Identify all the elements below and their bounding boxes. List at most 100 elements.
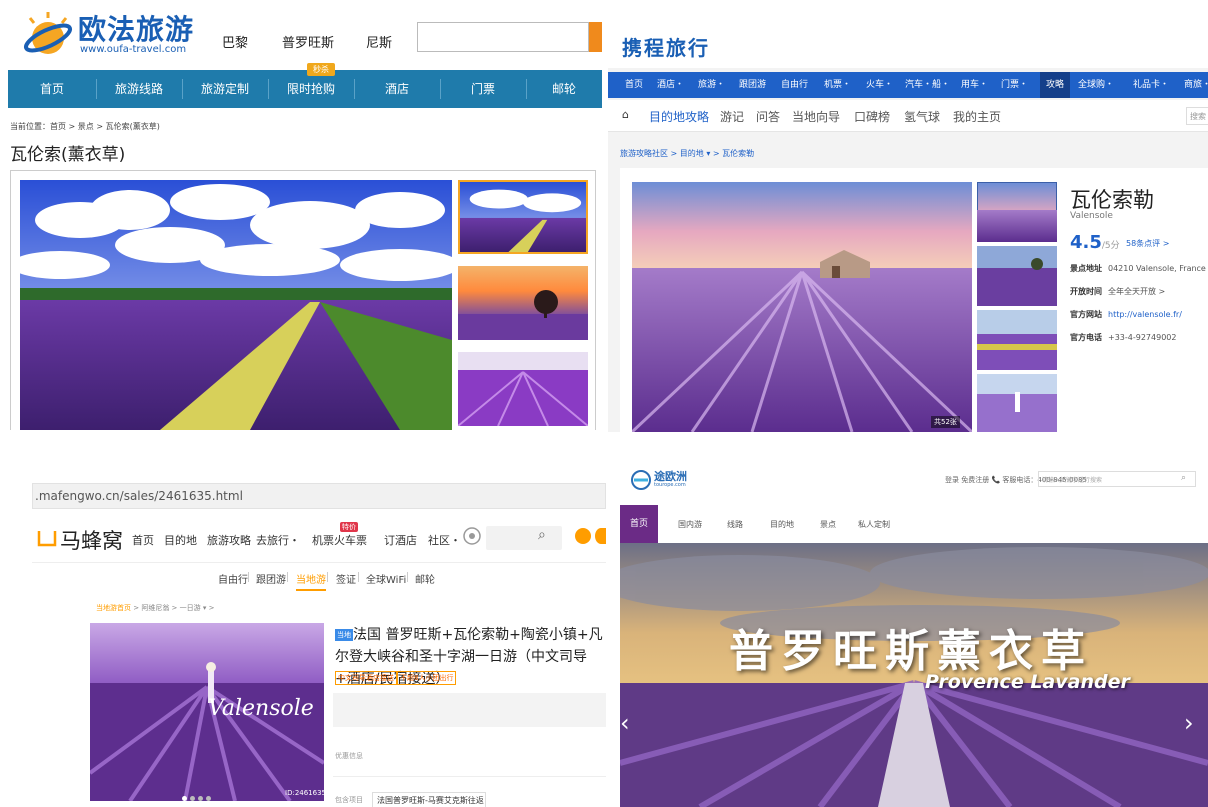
carousel-dot[interactable] — [198, 796, 203, 801]
product-photo[interactable]: Valensole — [90, 623, 324, 801]
subnav-group[interactable]: 跟团游 — [256, 571, 286, 586]
price-box — [333, 693, 606, 727]
nav-hotel[interactable]: 订酒店 — [384, 532, 417, 548]
breadcrumb: 当地游首页 > 阿维尼翁 > 一日游 ▾ > — [96, 603, 214, 613]
thumbnail-2[interactable] — [458, 266, 588, 340]
subnav-balloon[interactable]: 氢气球 — [904, 108, 940, 125]
nav-home[interactable]: 首页 — [132, 532, 154, 548]
lavender-barn-photo[interactable] — [632, 182, 972, 432]
reviews-link[interactable]: 58条点评 > — [1126, 238, 1169, 249]
top-link-nice[interactable]: 尼斯 — [366, 32, 392, 51]
nav-gift-card[interactable]: 礼品卡・ — [1133, 72, 1169, 98]
nav-cruise[interactable]: 邮轮 — [526, 70, 602, 108]
subnav-qa[interactable]: 问答 — [756, 108, 780, 125]
top-link-provence[interactable]: 普罗旺斯 — [282, 32, 334, 51]
nav-business[interactable]: 商旅・ — [1184, 72, 1208, 98]
package-select[interactable]: 法国普罗旺斯-马赛艾克斯往返 — [372, 792, 486, 807]
subnav-independent[interactable]: 自由行 — [218, 571, 248, 586]
nav-custom[interactable]: 旅游定制 — [182, 70, 268, 108]
nav-bus-ship[interactable]: 汽车・船・ — [905, 72, 950, 98]
subnav-my-page[interactable]: 我的主页 — [953, 108, 1001, 125]
nav-hotel[interactable]: 酒店・ — [657, 72, 684, 98]
breadcrumb[interactable]: 旅游攻略社区 > 目的地 ▾ > 瓦伦索勒 — [620, 148, 754, 159]
subnav-wifi[interactable]: 全球WiFi — [366, 571, 406, 586]
nav-guides[interactable]: 旅游攻略 — [207, 532, 251, 548]
rating-unit: /5分 — [1101, 241, 1120, 251]
nav-independent[interactable]: 自由行 — [781, 72, 808, 98]
carousel-dot[interactable] — [206, 796, 211, 801]
search-icon[interactable]: ⌕ — [1181, 473, 1186, 483]
search-icon[interactable]: ⌕ — [538, 527, 546, 543]
subnav-destination[interactable]: 目的地攻略 — [649, 108, 709, 125]
nav-routes[interactable]: 旅游线路 — [96, 70, 182, 108]
nav-home[interactable]: 首页 — [620, 505, 658, 543]
search-input[interactable] — [417, 22, 589, 52]
ctrip-screenshot: 携程旅行 首页 酒店・ 旅游・ 跟团游 自由行 机票・ 火车・ 汽车・船・ 用车… — [608, 0, 1208, 432]
nav-destination[interactable]: 目的地 — [770, 519, 794, 530]
nav-flights[interactable]: 机票・ — [824, 72, 851, 98]
website-link[interactable]: http://valensole.fr/ — [1108, 310, 1182, 319]
thumbnail-1[interactable] — [977, 182, 1057, 242]
chevron-left-icon[interactable]: ‹ — [620, 709, 630, 737]
seckill-badge: 秒杀 — [307, 63, 335, 76]
subnav-cruise[interactable]: 邮轮 — [415, 571, 435, 586]
nav-travel[interactable]: 旅游・ — [698, 72, 725, 98]
subnav-travelogue[interactable]: 游记 — [720, 108, 744, 125]
address-bar[interactable]: .mafengwo.cn/sales/2461635.html — [32, 483, 606, 509]
subnav-local[interactable]: 当地游 — [296, 571, 326, 591]
thumbnail-3[interactable] — [458, 352, 588, 426]
nav-flights-trains[interactable]: 机票火车票 — [312, 532, 367, 548]
home-icon[interactable]: ⌂ — [622, 108, 629, 121]
photo-count[interactable]: 共52张 — [931, 416, 960, 428]
search-input[interactable]: 搜索 — [1186, 107, 1208, 125]
subnav-guide[interactable]: 当地向导 — [792, 108, 840, 125]
nav-tickets[interactable]: 门票 — [440, 70, 526, 108]
ctrip-logo[interactable]: 携程旅行 — [622, 32, 710, 61]
weibo-icon[interactable] — [575, 528, 591, 544]
thumbnail-2[interactable] — [977, 246, 1057, 306]
lavender-field-photo[interactable] — [20, 180, 452, 430]
nav-car[interactable]: 用车・ — [961, 72, 988, 98]
nav-community[interactable]: 社区・ — [428, 532, 461, 548]
carousel-dot[interactable] — [190, 796, 195, 801]
mafengwo-logo[interactable]: 马蜂窝 — [60, 525, 123, 555]
user-icon[interactable] — [595, 528, 606, 544]
breadcrumb: 当前位置：首页 > 景点 > 瓦伦索(薰衣草) — [10, 122, 160, 131]
info-value: 04210 Valensole, France — [1108, 264, 1206, 273]
oufa-logo[interactable]: 欧法旅游 — [78, 8, 194, 48]
search-input[interactable] — [486, 526, 562, 550]
search-input[interactable]: 请输入关键字进行搜索 — [1038, 471, 1196, 487]
chevron-right-icon[interactable]: › — [1184, 709, 1194, 737]
nav-tickets[interactable]: 门票・ — [1001, 72, 1028, 98]
info-value[interactable]: 全年全天开放 > — [1108, 287, 1165, 296]
nav-travel[interactable]: 去旅行・ — [256, 532, 300, 548]
carousel-dot[interactable] — [182, 796, 187, 801]
top-link-paris[interactable]: 巴黎 — [222, 32, 248, 51]
nav-train[interactable]: 火车・ — [866, 72, 893, 98]
nav-routes[interactable]: 线路 — [727, 519, 743, 530]
nav-destination[interactable]: 目的地 — [164, 532, 197, 548]
subnav-ranking[interactable]: 口碑榜 — [854, 108, 890, 125]
carousel-dots[interactable] — [182, 790, 214, 804]
nav-global-shop[interactable]: 全球购・ — [1078, 72, 1114, 98]
mini-program-icon[interactable] — [462, 526, 482, 546]
nav-guides[interactable]: 攻略 — [1040, 72, 1071, 98]
thumbnail-4[interactable] — [977, 374, 1057, 432]
image-caption: Valensole — [208, 696, 314, 721]
search-button[interactable] — [589, 22, 602, 52]
nav-home[interactable]: 首页 — [8, 70, 96, 108]
breadcrumb-home[interactable]: 当地游首页 — [96, 604, 131, 612]
nav-home[interactable]: 首页 — [625, 72, 643, 98]
subnav-divider — [248, 572, 249, 582]
subnav-visa[interactable]: 签证 — [336, 571, 356, 586]
thumbnail-3[interactable] — [977, 310, 1057, 370]
nav-attractions[interactable]: 景点 — [820, 519, 836, 530]
hero-title: 普罗旺斯薰衣草 — [729, 626, 1093, 677]
subnav-divider — [358, 572, 359, 582]
thumbnail-1[interactable] — [458, 180, 588, 254]
nav-domestic[interactable]: 国内游 — [678, 519, 702, 530]
nav-private-custom[interactable]: 私人定制 — [858, 519, 890, 530]
nav-hotel[interactable]: 酒店 — [354, 70, 440, 108]
nav-group-tour[interactable]: 跟团游 — [739, 72, 766, 98]
breadcrumb-path[interactable]: > 阿维尼翁 > 一日游 ▾ > — [131, 604, 214, 612]
